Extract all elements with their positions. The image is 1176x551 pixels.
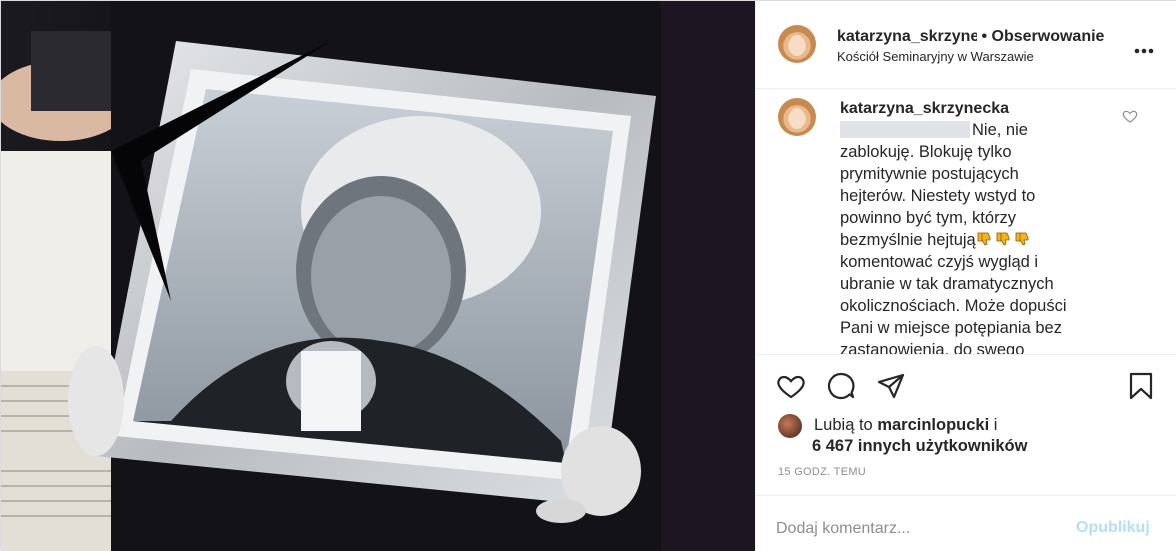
likes-prefix: Lubią to	[814, 416, 873, 434]
post-actions-bar	[756, 354, 1176, 414]
liker-avatar[interactable]	[778, 414, 802, 438]
thumbs-down-emoji-icon	[996, 232, 1010, 246]
like-comment-heart-icon[interactable]	[1122, 108, 1138, 124]
comment-author-username[interactable]: katarzyna_skrzynecka	[840, 100, 1009, 118]
likes-summary: Lubią to marcinlopucki i 6 467 innych uż…	[812, 414, 1027, 455]
author-line: katarzyna_skrzyne • Obserwowanie	[837, 28, 1104, 46]
comment-icon[interactable]	[826, 371, 856, 401]
add-comment-bar: Opublikuj	[756, 495, 1176, 551]
post-photo[interactable]	[1, 1, 755, 551]
follow-status-button[interactable]: Obserwowanie	[992, 28, 1105, 45]
share-icon[interactable]	[876, 371, 906, 401]
heart-icon[interactable]	[776, 371, 806, 401]
comment-author-avatar[interactable]	[778, 98, 816, 136]
post-sidebar: katarzyna_skrzyne • Obserwowanie Kościół…	[755, 1, 1176, 551]
thumbs-down-emoji-icon	[1015, 232, 1029, 246]
memorial-portrait-image	[1, 1, 755, 551]
comment-text-start: Nie, nie zablokuję. Blokuję tylko prymit…	[840, 121, 1036, 249]
likes-others-link[interactable]: 6 467 innych użytkowników	[812, 435, 1027, 457]
separator-dot: •	[981, 28, 988, 45]
instagram-post-window: katarzyna_skrzyne • Obserwowanie Kościół…	[0, 0, 1176, 551]
author-username[interactable]: katarzyna_skrzyne	[837, 28, 977, 46]
add-comment-input[interactable]	[776, 520, 1036, 538]
post-location[interactable]: Kościół Seminaryjny w Warszawie	[837, 49, 1034, 64]
comment-item: katarzyna_skrzynecka Nie, nie zablokuję.…	[756, 90, 1176, 354]
liker-username[interactable]: marcinlopucki	[877, 416, 989, 434]
bookmark-icon[interactable]	[1126, 371, 1156, 401]
likes-suffix: i	[993, 416, 998, 434]
more-horizontal-icon[interactable]	[1134, 37, 1154, 60]
comment-text: Nie, nie zablokuję. Blokuję tylko prymit…	[840, 119, 1080, 354]
post-header: katarzyna_skrzyne • Obserwowanie Kościół…	[756, 1, 1176, 89]
author-avatar[interactable]	[778, 25, 816, 63]
thumbs-down-emoji-icon	[977, 232, 991, 246]
post-timestamp[interactable]: 15 GODZ. TEMU	[778, 466, 866, 478]
comment-text-end: komentować czyjś wygląd i ubranie w tak …	[840, 253, 1067, 354]
publish-comment-button[interactable]: Opublikuj	[1076, 519, 1150, 537]
blurred-mention	[840, 121, 970, 138]
